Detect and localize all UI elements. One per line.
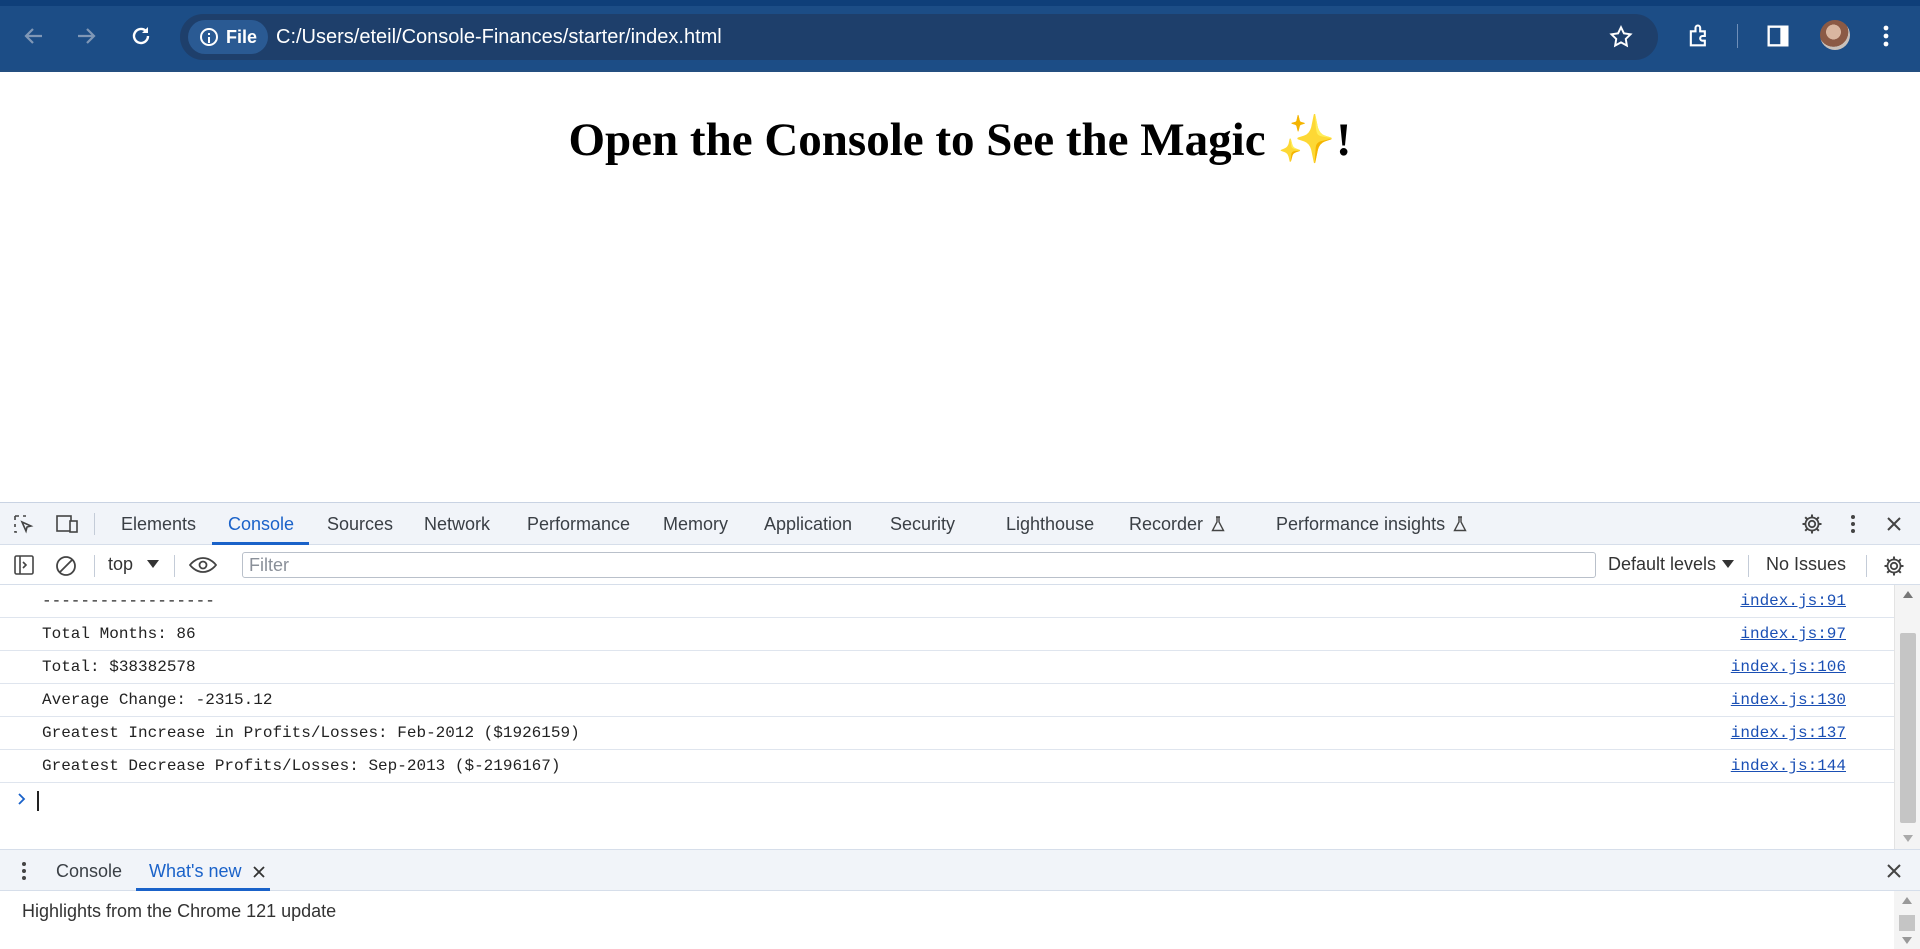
console-settings-icon[interactable]	[1882, 554, 1906, 578]
console-source-link[interactable]: index.js:130	[1731, 691, 1846, 709]
console-message-text: ------------------	[42, 592, 215, 610]
site-info-chip[interactable]: File	[188, 20, 268, 54]
drawer-menu-icon[interactable]	[14, 860, 34, 882]
console-message-text: Total: $38382578	[42, 658, 196, 676]
whats-new-heading: Highlights from the Chrome 121 update	[22, 901, 337, 921]
tab-console[interactable]: Console	[228, 514, 294, 535]
browser-toolbar: File C:/Users/eteil/Console-Finances/sta…	[0, 0, 1920, 72]
tab-divider	[94, 513, 95, 535]
tab-memory[interactable]: Memory	[663, 514, 728, 535]
scroll-up-icon[interactable]	[1903, 591, 1913, 598]
reload-icon	[132, 27, 150, 45]
text-cursor	[37, 791, 39, 811]
context-label: top	[108, 554, 134, 574]
bookmark-star-icon[interactable]	[1608, 24, 1634, 50]
url-text[interactable]: C:/Users/eteil/Console-Finances/starter/…	[276, 26, 722, 49]
console-message-row: Greatest Decrease Profits/Losses: Sep-20…	[0, 750, 1894, 783]
whats-new-panel: Highlights from the Chrome 121 update	[0, 891, 1894, 949]
forward-button[interactable]	[70, 20, 102, 52]
scroll-up-icon[interactable]	[1902, 897, 1912, 904]
tab-elements[interactable]: Elements	[121, 514, 196, 535]
console-message-row: Total Months: 86 index.js:97	[0, 618, 1894, 651]
more-vert-icon[interactable]	[1874, 22, 1898, 50]
live-expression-eye-icon[interactable]	[188, 555, 218, 575]
profile-avatar[interactable]	[1820, 20, 1850, 50]
console-message-row: Total: $38382578 index.js:106	[0, 651, 1894, 684]
tab-performance-insights-label: Performance insights	[1276, 514, 1446, 534]
reload-button[interactable]	[125, 20, 157, 52]
device-toolbar-icon[interactable]	[54, 513, 80, 535]
arrow-right-icon	[78, 28, 96, 44]
console-source-link[interactable]: index.js:91	[1740, 592, 1846, 610]
drawer-tab-console[interactable]: Console	[56, 861, 122, 882]
more-options-icon[interactable]	[1842, 512, 1864, 536]
drawer-tab-bar: Console What's new	[0, 849, 1920, 891]
scrollbar-thumb[interactable]	[1899, 915, 1915, 931]
console-message-text: Total Months: 86	[42, 625, 196, 643]
tab-sources[interactable]: Sources	[327, 514, 393, 535]
site-chip-label: File	[226, 26, 258, 47]
console-message-text: Greatest Decrease Profits/Losses: Sep-20…	[42, 757, 561, 775]
scroll-down-icon[interactable]	[1902, 937, 1912, 944]
tab-lighthouse[interactable]: Lighthouse	[1006, 514, 1094, 535]
devtools-tab-bar: Elements Console Sources Network Perform…	[0, 503, 1920, 545]
context-selector[interactable]: top	[108, 554, 160, 575]
sidebar-toggle-icon[interactable]	[12, 554, 36, 576]
tab-security[interactable]: Security	[890, 514, 955, 535]
chevron-right-icon	[18, 793, 26, 805]
info-icon	[200, 28, 218, 46]
console-message-text: Average Change: -2315.12	[42, 691, 273, 709]
toolbar-divider	[1737, 24, 1738, 48]
console-message-row: ------------------ index.js:91	[0, 585, 1894, 618]
toolbar-divider	[1748, 555, 1749, 577]
tab-performance[interactable]: Performance	[527, 514, 630, 535]
arrow-left-icon	[24, 28, 42, 44]
close-devtools-icon[interactable]	[1884, 514, 1904, 534]
scrollbar-thumb[interactable]	[1900, 633, 1916, 823]
window-top-strip	[0, 0, 1920, 6]
tab-recorder-label: Recorder	[1129, 514, 1204, 534]
console-toolbar: top Default levels No Issues	[0, 545, 1920, 585]
settings-gear-icon[interactable]	[1800, 512, 1824, 536]
console-prompt[interactable]	[0, 785, 1894, 815]
issues-button[interactable]: No Issues	[1766, 554, 1846, 575]
tab-recorder[interactable]: Recorder	[1129, 514, 1225, 535]
console-source-link[interactable]: index.js:144	[1731, 757, 1846, 775]
page-content: Open the Console to See the Magic ✨!	[0, 72, 1920, 502]
drawer-scrollbar[interactable]	[1894, 891, 1920, 949]
caret-down-icon	[147, 560, 160, 568]
clear-console-icon[interactable]	[54, 554, 78, 578]
toolbar-divider	[94, 555, 95, 577]
flask-icon	[1453, 516, 1467, 532]
devtools-panel: Elements Console Sources Network Perform…	[0, 502, 1920, 949]
console-source-link[interactable]: index.js:106	[1731, 658, 1846, 676]
console-message-row: Greatest Increase in Profits/Losses: Feb…	[0, 717, 1894, 750]
close-drawer-icon[interactable]	[1884, 861, 1904, 881]
tab-performance-insights[interactable]: Performance insights	[1276, 514, 1467, 535]
tab-network[interactable]: Network	[424, 514, 490, 535]
side-panel-icon[interactable]	[1764, 22, 1792, 50]
address-bar[interactable]: File C:/Users/eteil/Console-Finances/sta…	[180, 14, 1658, 60]
close-tab-icon[interactable]	[251, 864, 267, 880]
toolbar-divider	[174, 555, 175, 577]
console-output[interactable]: ------------------ index.js:91 Total Mon…	[0, 585, 1894, 849]
filter-input[interactable]	[242, 552, 1596, 578]
console-message-row: Average Change: -2315.12 index.js:130	[0, 684, 1894, 717]
console-scrollbar[interactable]	[1894, 585, 1920, 849]
page-title: Open the Console to See the Magic ✨!	[568, 114, 1352, 166]
log-levels-label: Default levels	[1608, 554, 1717, 574]
extensions-icon[interactable]	[1685, 22, 1713, 50]
tab-application[interactable]: Application	[764, 514, 852, 535]
toolbar-divider	[1866, 555, 1867, 577]
console-message-text: Greatest Increase in Profits/Losses: Feb…	[42, 724, 580, 742]
console-source-link[interactable]: index.js:97	[1740, 625, 1846, 643]
log-levels-dropdown[interactable]: Default levels	[1608, 554, 1735, 575]
console-source-link[interactable]: index.js:137	[1731, 724, 1846, 742]
back-button[interactable]	[18, 20, 50, 52]
scroll-down-icon[interactable]	[1903, 835, 1913, 842]
inspect-element-icon[interactable]	[12, 513, 36, 535]
caret-down-icon	[1722, 560, 1735, 568]
drawer-tab-whats-new[interactable]: What's new	[149, 861, 241, 882]
flask-icon	[1211, 516, 1225, 532]
